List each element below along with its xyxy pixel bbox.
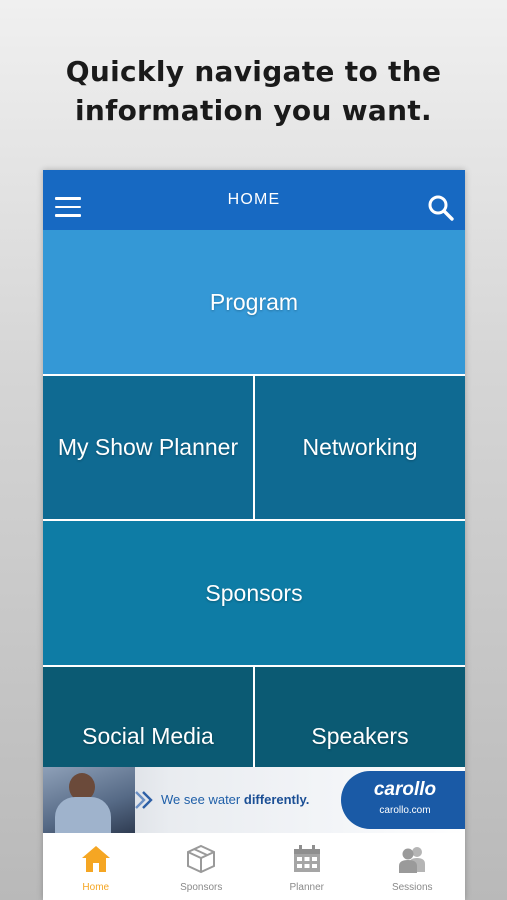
tab-sessions-label: Sessions [391,882,433,893]
top-app-bar: HOME [43,170,465,230]
ad-brand: carollo [373,779,437,800]
page-title: HOME [227,191,281,208]
tile-networking-label: Networking [302,434,418,460]
calendar-icon [293,845,320,872]
tile-social-media[interactable]: Social Media [43,667,253,767]
search-icon[interactable] [427,194,455,222]
app-screen: HOME Program My Show Planner Networking … [43,170,465,900]
tab-sponsors-label: Sponsors [180,882,223,893]
tab-sessions[interactable]: Sessions [360,833,466,900]
tile-networking[interactable]: Networking [255,376,465,519]
tile-my-show-planner-label: My Show Planner [57,434,239,460]
home-icon [81,846,110,872]
marketing-headline: Quickly navigate to the information you … [0,52,507,130]
tab-sponsors[interactable]: Sponsors [149,833,255,900]
bottom-tab-bar: Home Sponsors Planner Sessions [43,833,465,900]
headline-line-1: Quickly navigate to the [65,55,442,88]
carollo-logo: carollo carollo.com [341,771,465,829]
tile-my-show-planner[interactable]: My Show Planner [43,376,253,519]
tile-social-media-label: Social Media [82,723,214,749]
box-icon [187,844,216,874]
tab-home[interactable]: Home [43,833,149,900]
ad-tagline-prefix: We see water [161,792,241,807]
tile-sponsors-label: Sponsors [205,579,303,606]
tile-speakers[interactable]: Speakers [255,667,465,767]
sponsor-ad-banner[interactable]: We see water differently. carollo caroll… [43,767,465,833]
tile-program[interactable]: Program [43,230,465,374]
tab-planner-label: Planner [289,882,324,893]
tile-program-label: Program [209,288,299,315]
ad-url: carollo.com [379,805,431,816]
chevron-right-icon [135,791,153,809]
tab-planner[interactable]: Planner [254,833,360,900]
tile-speakers-label: Speakers [311,723,409,749]
ad-tagline: We see water differently. [161,792,309,807]
tab-home-label: Home [82,882,110,893]
tile-sponsors[interactable]: Sponsors [43,521,465,665]
ad-photo [43,767,135,833]
home-tile-grid: Program My Show Planner Networking Spons… [43,230,465,767]
ad-tagline-emphasis: differently. [243,792,310,807]
headline-line-2: information you want. [75,94,432,127]
hamburger-menu-icon[interactable] [55,197,81,217]
people-icon [399,847,426,873]
